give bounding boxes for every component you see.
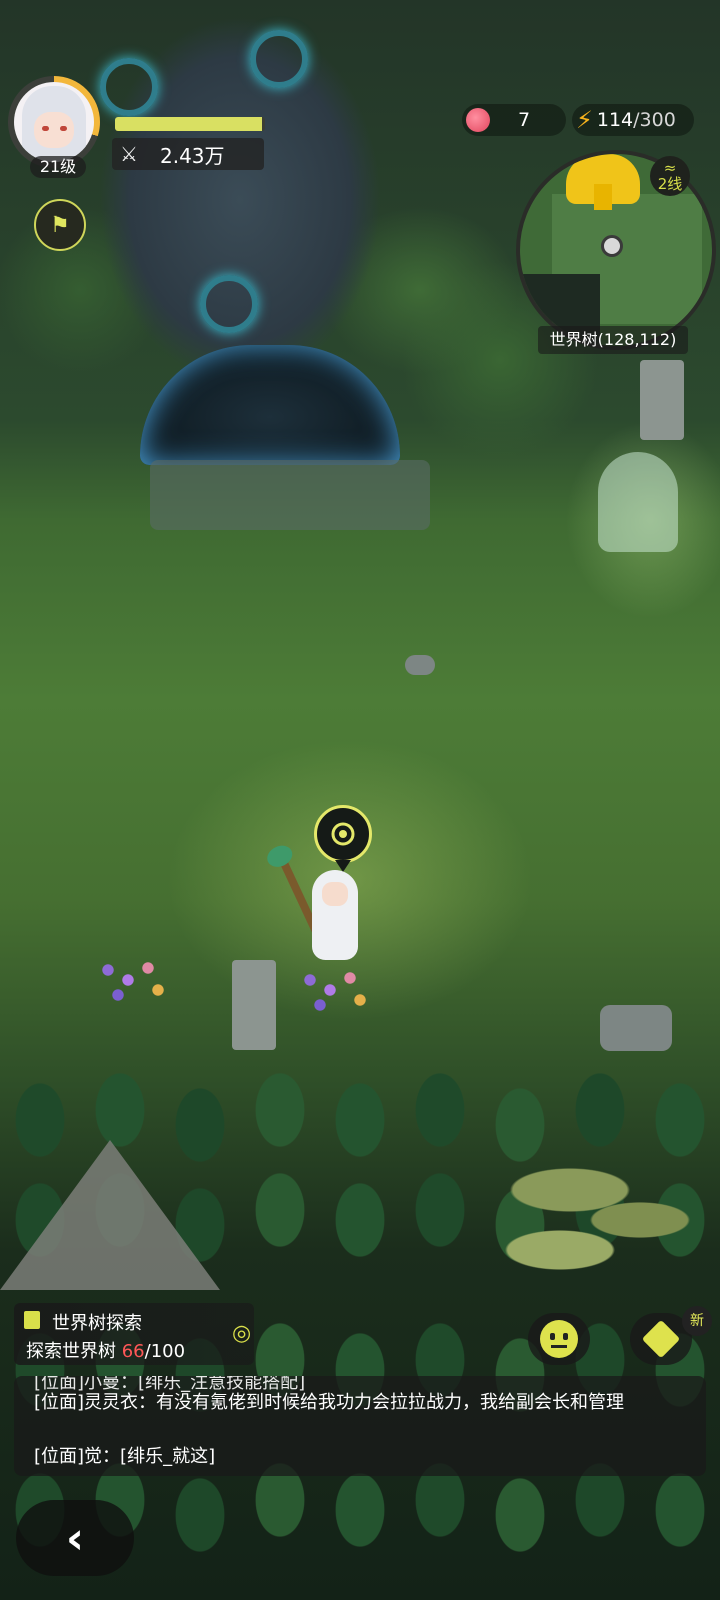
peach-icon bbox=[466, 108, 490, 132]
server-line-button[interactable]: ≈ 2线 bbox=[650, 156, 690, 196]
tree-swirl bbox=[200, 275, 258, 333]
guild-flag-button[interactable]: ⚑ bbox=[34, 199, 86, 251]
chat-message: [位面]觉：[绯乐_就这] bbox=[34, 1446, 216, 1467]
rock bbox=[600, 1005, 672, 1051]
quest-progress-label: 探索世界树 bbox=[26, 1341, 122, 1362]
stone-pillar bbox=[640, 360, 684, 440]
quest-tracker[interactable]: 世界树探索 探索世界树 66/100 ◎ bbox=[14, 1303, 254, 1365]
stone-path bbox=[150, 460, 430, 530]
chat-message: [位面]灵灵衣：有没有氪佬到时候给我功力会拉拉战力，我给副会长和管理 bbox=[34, 1392, 625, 1413]
emote-face-icon bbox=[540, 1320, 578, 1358]
flag-icon: ⚑ bbox=[50, 212, 70, 238]
map-location-label: 世界树(128,112) bbox=[538, 326, 688, 354]
cube-icon bbox=[641, 1319, 681, 1359]
glowing-statue[interactable] bbox=[598, 452, 678, 552]
server-line-label: 2线 bbox=[657, 175, 683, 193]
energy-max: /300 bbox=[633, 109, 676, 131]
quest-progress-current: 66 bbox=[121, 1341, 145, 1362]
health-bar bbox=[115, 117, 265, 131]
flower-bed bbox=[88, 950, 178, 1010]
energy-resource[interactable]: ⚡ 114/300 bbox=[572, 104, 694, 136]
crossed-swords-icon: ⚔ bbox=[120, 142, 138, 166]
stone-pillar bbox=[232, 960, 276, 1050]
combat-power: ⚔ 2.43万 bbox=[112, 138, 264, 170]
signal-icon: ≈ bbox=[663, 159, 677, 177]
health-bar-fill bbox=[115, 117, 262, 131]
player-location-icon bbox=[601, 235, 623, 257]
peach-resource[interactable]: 7 bbox=[462, 104, 566, 136]
giant-mushrooms bbox=[500, 1160, 700, 1310]
player-level: 21级 bbox=[30, 156, 86, 178]
locate-target-icon[interactable]: ◎ bbox=[232, 1321, 251, 1346]
back-arrow-icon: ‹ bbox=[65, 1512, 85, 1564]
peach-count: 7 bbox=[518, 109, 531, 131]
quest-progress-total: /100 bbox=[144, 1341, 186, 1362]
energy-current: 114 bbox=[596, 109, 634, 131]
lightning-icon: ⚡ bbox=[576, 106, 593, 134]
emote-button[interactable] bbox=[528, 1313, 590, 1365]
rock bbox=[405, 655, 435, 675]
tree-swirl bbox=[250, 30, 308, 88]
back-button[interactable]: ‹ bbox=[16, 1500, 134, 1576]
player-character bbox=[275, 850, 370, 970]
target-marker-icon bbox=[314, 805, 372, 872]
combat-power-value: 2.43万 bbox=[160, 143, 225, 168]
new-badge: 新 bbox=[682, 1306, 712, 1336]
quest-progress: 探索世界树 66/100 bbox=[26, 1337, 185, 1363]
quest-title: 世界树探索 bbox=[52, 1313, 142, 1334]
clipboard-icon bbox=[24, 1311, 40, 1329]
chat-panel[interactable]: [位面]小曼：[绯乐_注意技能搭配] [位面]灵灵衣：有没有氪佬到时候给我功力会… bbox=[14, 1376, 706, 1476]
player-avatar[interactable]: 21级 bbox=[8, 76, 108, 178]
mountain bbox=[0, 1140, 220, 1290]
tree-swirl bbox=[100, 58, 158, 116]
